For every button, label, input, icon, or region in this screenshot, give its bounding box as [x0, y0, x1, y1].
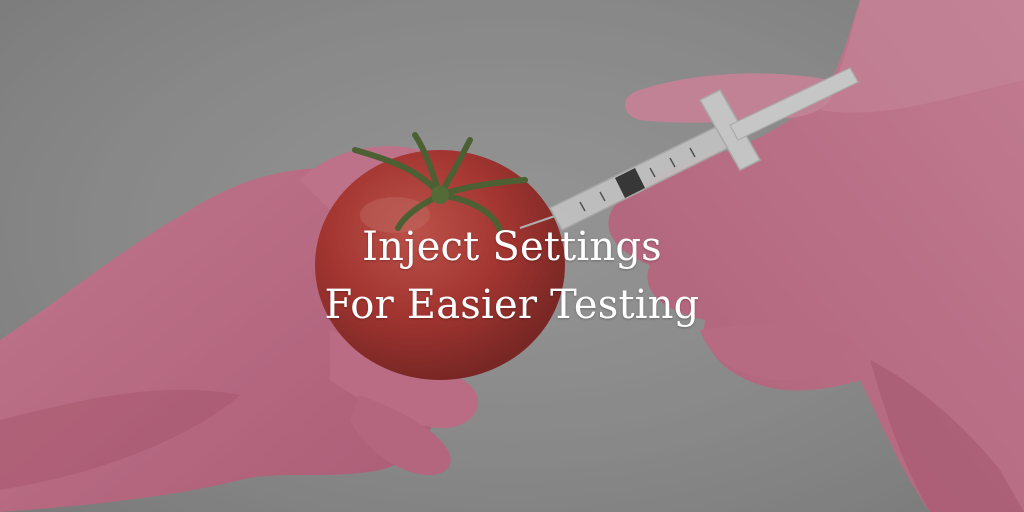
hero-image: Inject Settings For Easier Testing	[0, 0, 1024, 512]
headline: Inject Settings For Easier Testing	[0, 218, 1024, 334]
headline-line-2: For Easier Testing	[324, 282, 700, 328]
headline-line-1: Inject Settings	[362, 224, 662, 270]
